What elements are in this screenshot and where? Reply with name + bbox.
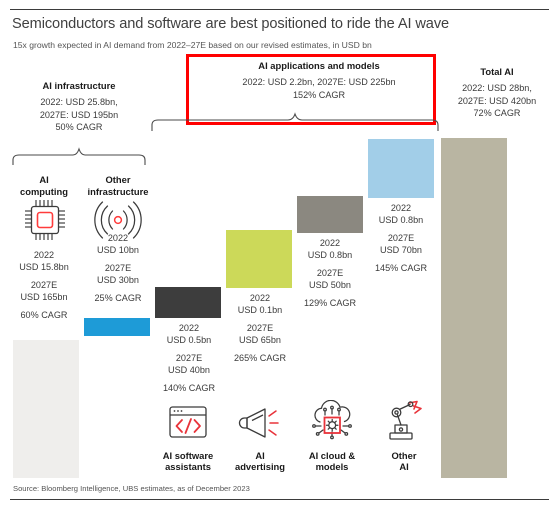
header-divider — [10, 9, 549, 10]
stats-ai-software-assistants: 2022 USD 0.5bn 2027E USD 40bn 140% CAGR — [151, 322, 227, 394]
ai-computing-2027-value: USD 165bn — [20, 292, 68, 303]
bar-other-ai — [368, 139, 434, 198]
page-title: Semiconductors and software are best pos… — [12, 16, 450, 32]
other-ai-2027-value: USD 70bn — [380, 245, 422, 256]
ai-advertising-cagr: 265% CAGR — [233, 352, 287, 363]
cat2-line2: assistants — [165, 461, 211, 473]
group-total-ai: Total AI 2022: USD 28bn, 2027E: USD 420b… — [438, 66, 556, 120]
total-2027-line: 2027E: USD 420bn — [457, 95, 537, 106]
cat3-line2: advertising — [234, 461, 285, 473]
footer-divider — [10, 499, 549, 500]
stats-other-infrastructure: 2022 USD 10bn 2027E USD 30bn 25% CAGR — [80, 232, 156, 304]
other-infra-label-line1: Other — [105, 174, 131, 185]
category-other-ai: Other AI — [368, 400, 440, 473]
robot-arm-icon — [380, 400, 428, 446]
ai-cloud-2027-value: USD 50bn — [309, 280, 351, 291]
ai-cloud-2027-label: 2027E — [316, 267, 344, 278]
column-head-other-infrastructure: Other infrastructure — [80, 174, 156, 197]
other-ai-2022-value: USD 0.8bn — [378, 215, 424, 226]
stats-other-ai: 2022 USD 0.8bn 2027E USD 70bn 145% CAGR — [363, 202, 439, 274]
other-ai-2022-label: 2022 — [390, 203, 412, 213]
microchip-icon — [21, 196, 69, 249]
ai-cloud-2022-label: 2022 — [319, 238, 341, 248]
bar-ai-software-assistants — [155, 287, 221, 318]
group-ai-infrastructure-title: AI infrastructure — [42, 80, 116, 91]
infra-2027-line: 2027E: USD 195bn — [39, 109, 119, 120]
ai-computing-2022-value: USD 15.8bn — [19, 262, 69, 273]
ai-computing-2027-label: 2027E — [30, 279, 58, 290]
ai-software-2022-label: 2022 — [178, 323, 200, 333]
other-infra-2022-label: 2022 — [107, 233, 129, 243]
other-infra-2027-value: USD 30bn — [97, 275, 139, 286]
other-infra-label-line2: infrastructure — [87, 185, 149, 197]
other-ai-2027-label: 2027E — [387, 232, 415, 243]
bar-ai-computing — [13, 340, 79, 478]
cat5-line1: Other — [391, 450, 417, 461]
category-ai-advertising: AI advertising — [224, 404, 296, 473]
ai-advertising-2022-label: 2022 — [249, 293, 271, 303]
infra-cagr-line: 50% CAGR — [55, 122, 103, 133]
ai-software-cagr: 140% CAGR — [162, 382, 216, 393]
ai-advertising-2022-value: USD 0.1bn — [237, 305, 283, 316]
cat4-line2: models — [315, 461, 349, 473]
other-infra-2027-label: 2027E — [104, 262, 132, 273]
ai-cloud-2022-value: USD 0.8bn — [307, 250, 353, 261]
cat4-line1: AI cloud & — [308, 450, 356, 461]
ai-computing-label-line1: AI — [39, 174, 49, 185]
bar-other-infrastructure — [84, 318, 150, 336]
megaphone-icon — [238, 408, 282, 446]
page-subtitle: 15x growth expected in AI demand from 20… — [13, 40, 372, 50]
total-cagr-line: 72% CAGR — [473, 108, 521, 119]
total-2022-line: 2022: USD 28bn, — [462, 83, 532, 93]
cat2-line1: AI software — [162, 450, 214, 461]
ai-cloud-cagr: 129% CAGR — [303, 297, 357, 308]
brace-ai-applications — [150, 110, 440, 132]
ai-software-2022-value: USD 0.5bn — [166, 335, 212, 346]
infra-2022-line: 2022: USD 25.8bn, — [40, 97, 118, 107]
bar-total-ai — [441, 138, 507, 478]
group-ai-infrastructure-stats: 2022: USD 25.8bn, 2027E: USD 195bn 50% C… — [12, 96, 146, 134]
ai-software-2027-value: USD 40bn — [168, 365, 210, 376]
ai-computing-cagr: 60% CAGR — [20, 309, 68, 320]
category-label-ai-advertising: AI advertising — [224, 450, 296, 473]
column-head-ai-computing: AI computing — [12, 174, 76, 197]
code-window-icon — [166, 406, 210, 446]
group-ai-infrastructure: AI infrastructure 2022: USD 25.8bn, 2027… — [12, 80, 146, 134]
category-label-ai-software-assistants: AI software assistants — [152, 450, 224, 473]
brace-ai-infrastructure — [11, 146, 147, 166]
cat5-line2: AI — [399, 461, 409, 473]
category-ai-software-assistants: AI software assistants — [152, 404, 224, 473]
stats-ai-computing: 2022 USD 15.8bn 2027E USD 165bn 60% CAGR — [6, 249, 82, 321]
source-note: Source: Bloomberg Intelligence, UBS esti… — [13, 484, 250, 493]
stats-ai-advertising: 2022 USD 0.1bn 2027E USD 65bn 265% CAGR — [222, 292, 298, 364]
other-infra-cagr: 25% CAGR — [94, 292, 142, 303]
category-ai-cloud-models: AI cloud & models — [296, 399, 368, 473]
bar-ai-advertising — [226, 230, 292, 288]
group-total-ai-title: Total AI — [480, 66, 514, 77]
ai-software-2027-label: 2027E — [175, 352, 203, 363]
category-label-other-ai: Other AI — [368, 450, 440, 473]
cat3-line1: AI — [255, 450, 265, 461]
ai-advertising-2027-label: 2027E — [246, 322, 274, 333]
other-ai-cagr: 145% CAGR — [374, 262, 428, 273]
bar-ai-cloud-models — [297, 196, 363, 233]
cloud-gear-icon — [307, 399, 357, 446]
category-label-ai-cloud-models: AI cloud & models — [296, 450, 368, 473]
ai-advertising-2027-value: USD 65bn — [239, 335, 281, 346]
ai-computing-2022-label: 2022 — [33, 250, 55, 260]
stats-ai-cloud-models: 2022 USD 0.8bn 2027E USD 50bn 129% CAGR — [292, 237, 368, 309]
other-infra-2022-value: USD 10bn — [97, 245, 139, 256]
group-total-ai-stats: 2022: USD 28bn, 2027E: USD 420bn 72% CAG… — [438, 82, 556, 120]
